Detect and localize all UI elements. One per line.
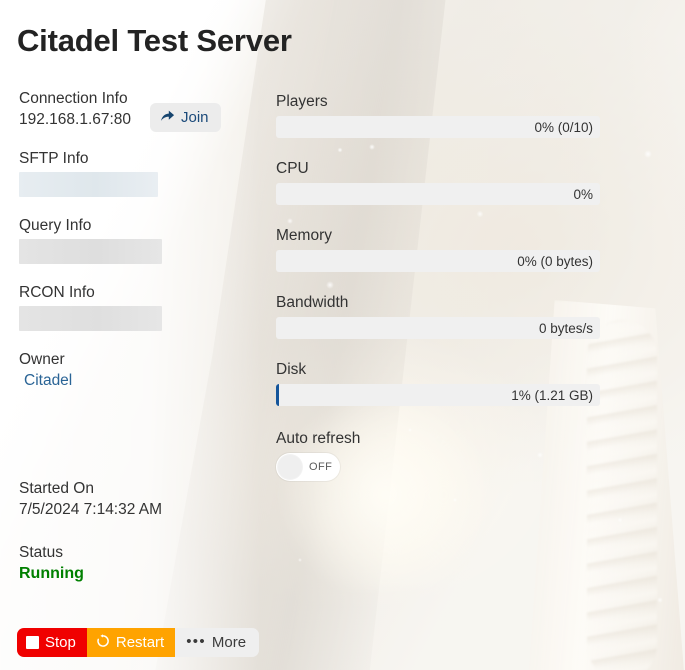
stat-players-value: 0% (0/10) — [534, 119, 593, 135]
page-title: Citadel Test Server — [17, 23, 292, 58]
stat-bandwidth-bar: 0 bytes/s — [276, 317, 600, 339]
sftp-info-label: SFTP Info — [19, 150, 89, 167]
owner-link[interactable]: Citadel — [19, 370, 259, 391]
ellipsis-icon: ••• — [186, 633, 206, 650]
auto-refresh-state: OFF — [309, 461, 333, 473]
stat-disk-value: 1% (1.21 GB) — [511, 387, 593, 403]
stat-disk-label: Disk — [276, 361, 307, 378]
started-on-value: 7/5/2024 7:14:32 AM — [19, 501, 163, 518]
stat-bandwidth-label: Bandwidth — [276, 294, 349, 311]
status-label: Status — [19, 544, 63, 561]
server-stats-column: Players 0% (0/10) CPU 0% Memory 0% (0 by… — [276, 91, 600, 481]
stat-disk-bar-fill — [276, 384, 280, 406]
rcon-info-value-redacted[interactable] — [19, 306, 162, 331]
stat-memory: Memory 0% (0 bytes) — [276, 225, 600, 272]
refresh-icon — [96, 633, 110, 652]
started-on-label: Started On — [19, 480, 94, 497]
server-info-column: Connection Info 192.168.1.67:80 SFTP Inf… — [19, 88, 259, 582]
rcon-info-field: RCON Info — [19, 282, 259, 331]
stat-players-label: Players — [276, 93, 328, 110]
stat-disk-bar: 1% (1.21 GB) — [276, 384, 600, 406]
stat-cpu-label: CPU — [276, 160, 309, 177]
restart-button[interactable]: Restart — [86, 628, 176, 657]
stat-players: Players 0% (0/10) — [276, 91, 600, 138]
stat-memory-label: Memory — [276, 227, 332, 244]
query-info-label: Query Info — [19, 217, 92, 234]
join-button-label: Join — [181, 109, 209, 126]
toggle-knob — [278, 455, 302, 479]
connection-info-label: Connection Info — [19, 90, 128, 107]
server-details-page: Citadel Test Server Connection Info 192.… — [0, 0, 685, 670]
stop-button-label: Stop — [45, 634, 76, 651]
status-field: Status Running — [19, 542, 259, 584]
stat-cpu-value: 0% — [573, 186, 593, 202]
stat-memory-bar: 0% (0 bytes) — [276, 250, 600, 272]
auto-refresh-label: Auto refresh — [276, 430, 361, 447]
query-info-value-redacted[interactable] — [19, 239, 162, 264]
owner-label: Owner — [19, 351, 65, 368]
query-info-field: Query Info — [19, 215, 259, 264]
status-badge: Running — [19, 565, 84, 582]
stat-disk: Disk 1% (1.21 GB) — [276, 359, 600, 406]
more-button[interactable]: ••• More — [175, 628, 260, 657]
stat-cpu: CPU 0% — [276, 158, 600, 205]
stat-bandwidth: Bandwidth 0 bytes/s — [276, 292, 600, 339]
stop-button[interactable]: Stop — [17, 628, 87, 657]
started-on-field: Started On 7/5/2024 7:14:32 AM — [19, 478, 259, 520]
join-button[interactable]: Join — [150, 103, 221, 132]
stat-bandwidth-value: 0 bytes/s — [538, 320, 593, 336]
restart-button-label: Restart — [115, 634, 165, 651]
connection-info-field: Connection Info 192.168.1.67:80 — [19, 88, 259, 130]
stat-cpu-bar: 0% — [276, 183, 600, 205]
auto-refresh-block: Auto refresh OFF — [276, 428, 600, 481]
rcon-info-label: RCON Info — [19, 284, 95, 301]
auto-refresh-toggle[interactable]: OFF — [276, 453, 340, 481]
stat-memory-value: 0% (0 bytes) — [517, 253, 593, 269]
sftp-info-value-redacted[interactable] — [19, 172, 158, 197]
owner-field: Owner Citadel — [19, 349, 259, 391]
share-arrow-icon — [160, 109, 175, 126]
page-content: Citadel Test Server Connection Info 192.… — [0, 0, 685, 670]
stat-players-bar: 0% (0/10) — [276, 116, 600, 138]
more-button-label: More — [211, 634, 247, 651]
sftp-info-field: SFTP Info — [19, 148, 259, 197]
stop-square-icon — [26, 636, 39, 649]
server-action-bar: Stop Restart ••• More — [17, 628, 260, 657]
connection-info-value: 192.168.1.67:80 — [19, 111, 132, 128]
